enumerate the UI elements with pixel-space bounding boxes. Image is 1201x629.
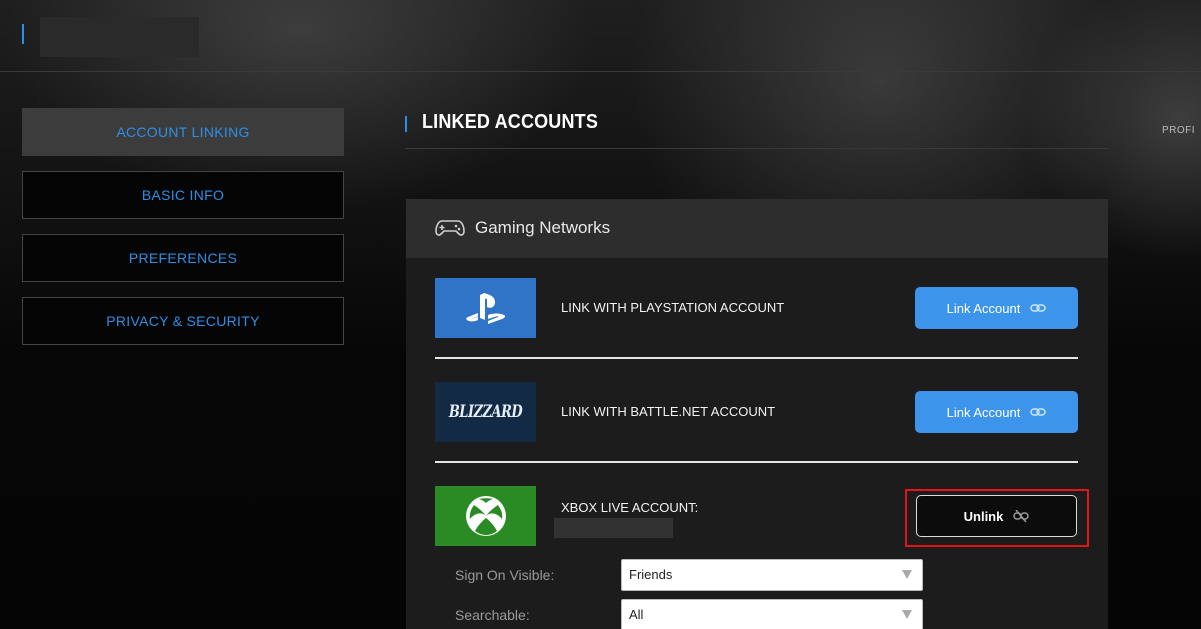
heading-accent — [405, 116, 407, 132]
redacted-username — [40, 17, 199, 57]
link-playstation-button-label: Link Account — [946, 300, 1021, 316]
battlenet-label: LINK WITH BATTLE.NET ACCOUNT — [561, 404, 776, 419]
blizzard-logo: BLIZZARD — [435, 382, 536, 442]
link-battlenet-button[interactable]: Link Account — [915, 391, 1078, 433]
sidebar-nav: ACCOUNT LINKING BASIC INFO PREFERENCES P… — [22, 108, 344, 360]
searchable-label: Searchable: — [455, 607, 530, 623]
sign-on-visible-row: Sign On Visible: Friends — [455, 559, 925, 591]
link-icon — [1030, 304, 1047, 312]
chevron-down-icon — [902, 570, 912, 579]
sidebar-item-preferences[interactable]: PREFERENCES — [22, 234, 344, 282]
highlight-box — [905, 489, 1089, 547]
link-playstation-button[interactable]: Link Account — [915, 287, 1078, 329]
searchable-select[interactable]: All — [621, 599, 923, 629]
gamepad-icon — [435, 220, 465, 236]
profile-tab-label[interactable]: PROFI — [1162, 125, 1195, 136]
sidebar-item-account-linking[interactable]: ACCOUNT LINKING — [22, 108, 344, 156]
sidebar-item-basic-info[interactable]: BASIC INFO — [22, 171, 344, 219]
playstation-logo — [435, 278, 536, 338]
sign-on-visible-value: Friends — [629, 567, 673, 582]
network-row-battlenet: BLIZZARD LINK WITH BATTLE.NET ACCOUNT Li… — [435, 382, 1078, 442]
page-title: LINKED ACCOUNTS — [422, 111, 599, 133]
top-bar — [0, 0, 1201, 72]
row-divider — [435, 461, 1078, 463]
row-divider — [435, 357, 1078, 359]
network-row-playstation: LINK WITH PLAYSTATION ACCOUNT Link Accou… — [435, 278, 1078, 338]
xbox-logo — [435, 486, 536, 546]
searchable-value: All — [629, 607, 644, 622]
sign-on-visible-label: Sign On Visible: — [455, 567, 555, 583]
redacted-gamertag — [554, 518, 673, 538]
blizzard-logo-text: BLIZZARD — [448, 402, 523, 422]
link-icon — [1030, 408, 1047, 416]
panel-header: Gaming Networks — [406, 199, 1108, 258]
accent-bar — [22, 24, 24, 44]
xbox-label: XBOX LIVE ACCOUNT: — [561, 500, 699, 515]
heading-divider — [405, 148, 1108, 149]
panel-title: Gaming Networks — [475, 218, 611, 237]
link-battlenet-button-label: Link Account — [946, 404, 1021, 420]
gaming-networks-panel: Gaming Networks LINK WITH PLAYSTATION AC… — [406, 199, 1108, 629]
xbox-icon — [465, 496, 506, 536]
searchable-row: Searchable: All — [455, 599, 925, 629]
chevron-down-icon — [902, 610, 912, 619]
sign-on-visible-select[interactable]: Friends — [621, 559, 923, 591]
sidebar-item-privacy-security[interactable]: PRIVACY & SECURITY — [22, 297, 344, 345]
playstation-label: LINK WITH PLAYSTATION ACCOUNT — [561, 300, 785, 315]
playstation-icon — [465, 293, 505, 324]
